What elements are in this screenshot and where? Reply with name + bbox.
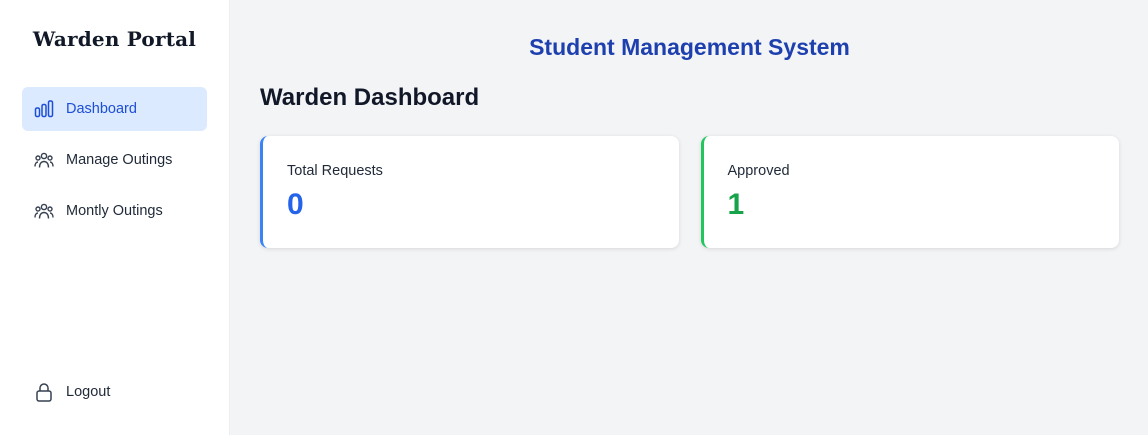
sidebar-item-dashboard[interactable]: Dashboard: [22, 87, 207, 131]
users-icon: [34, 201, 54, 221]
app-root: Warden Portal Dashboard Manage Outings M…: [0, 0, 1148, 435]
card-label: Total Requests: [287, 163, 383, 179]
card-label: Approved: [727, 163, 790, 179]
sidebar: Warden Portal Dashboard Manage Outings M…: [0, 0, 230, 435]
main-content: Student Management System Warden Dashboa…: [230, 0, 1148, 435]
card-value: 1: [727, 188, 745, 221]
users-icon: [34, 150, 54, 170]
logout-label: Logout: [66, 384, 111, 400]
sidebar-item-label: Montly Outings: [66, 203, 163, 219]
page-title: Warden Dashboard: [260, 84, 480, 111]
sidebar-brand: Warden Portal: [32, 27, 197, 51]
sidebar-item-montly-outings[interactable]: Montly Outings: [22, 189, 207, 233]
sidebar-item-manage-outings[interactable]: Manage Outings: [22, 138, 207, 182]
approved-card: Approved 1: [700, 136, 1119, 248]
stats-cards: Total Requests 0 Approved 1: [260, 136, 1119, 248]
bar-chart-icon: [34, 99, 54, 119]
sidebar-nav: Dashboard Manage Outings Montly Outings: [22, 87, 207, 233]
sidebar-item-label: Manage Outings: [66, 152, 173, 168]
logout-button[interactable]: Logout: [22, 370, 207, 414]
total-requests-card: Total Requests 0: [260, 136, 679, 248]
app-title: Student Management System: [529, 34, 850, 60]
lock-icon: [34, 382, 54, 402]
card-value: 0: [287, 188, 304, 221]
sidebar-item-label: Dashboard: [66, 101, 137, 117]
